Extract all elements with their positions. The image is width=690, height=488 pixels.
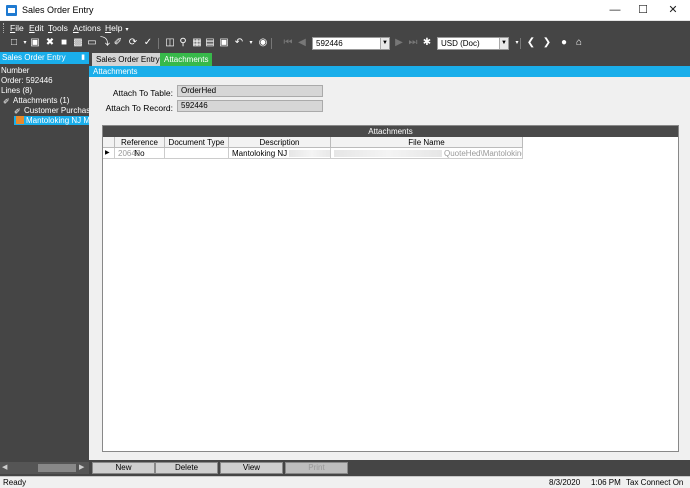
forward-icon[interactable]: ❯ (541, 37, 553, 49)
close-button[interactable]: ✕ (658, 3, 688, 18)
delete-icon[interactable]: ✖ (44, 37, 56, 49)
tab-sales-order-entry[interactable]: Sales Order Entry (92, 53, 164, 66)
previous-record-icon[interactable]: ◀ (296, 37, 308, 49)
menu-tools[interactable]: Tools (48, 23, 68, 33)
phone-icon[interactable]: ⤵ (99, 37, 111, 49)
tree-scrollbar[interactable]: ◀ ▶ (0, 462, 89, 474)
attach-icon[interactable]: ▭ (86, 37, 98, 49)
undo-dropdown-icon[interactable]: ▾ (245, 37, 257, 49)
tree-node-customer-purchase[interactable]: ✐ Customer Purchas (14, 106, 90, 116)
undo-icon[interactable]: ↶ (233, 37, 245, 49)
table-row[interactable]: ▶ 20640 Mantoloking NJ QuoteHed\Mantolok… (103, 148, 523, 159)
stop-icon[interactable]: ● (558, 37, 570, 49)
attachments-panel: Attach To Table: OrderHed Attach To Reco… (89, 77, 690, 460)
print-preview-icon[interactable]: ■ (58, 37, 70, 49)
panel-header: Attachments (89, 66, 690, 77)
document-icon (16, 116, 24, 124)
column-document-type[interactable]: Document Type (165, 137, 229, 148)
app-icon (6, 5, 17, 16)
new-button[interactable]: New (92, 462, 155, 474)
title-bar: Sales Order Entry — ☐ ✕ (0, 0, 690, 21)
paperclip-icon: ✐ (3, 97, 10, 106)
print-button[interactable]: Print (285, 462, 348, 474)
attach-to-record-label: Attach To Record: (105, 103, 173, 113)
clear-icon[interactable]: ✓ (142, 37, 154, 49)
maximize-button[interactable]: ☐ (628, 3, 658, 18)
scroll-right-icon[interactable]: ▶ (79, 463, 84, 471)
minimize-button[interactable]: — (600, 3, 630, 18)
new-record-icon[interactable]: ✱ (421, 37, 433, 49)
menu-actions[interactable]: Actions (73, 23, 101, 33)
status-tax-connect: Tax Connect On (626, 478, 684, 487)
menu-grip (3, 23, 5, 33)
pin-icon[interactable]: ▮ (81, 52, 85, 64)
column-reference-no[interactable]: Reference No (115, 137, 165, 158)
menu-bar: File Edit Tools Actions Help ▾ (0, 21, 690, 35)
binoculars-icon[interactable]: ◉ (257, 37, 269, 49)
redacted-text (289, 150, 330, 157)
column-description[interactable]: Description (229, 137, 331, 148)
tab-row: Sales Order Entry Attachments (89, 52, 690, 66)
lock-icon[interactable]: ▣ (218, 37, 230, 49)
row-selector-header (103, 137, 115, 148)
cell-file-name[interactable]: QuoteHed\Mantoloking (331, 148, 523, 159)
tree-node-order[interactable]: Order: 592446 (1, 76, 53, 85)
menu-help[interactable]: Help ▾ (105, 23, 129, 33)
refresh-icon[interactable]: ⟳ (127, 37, 139, 49)
last-record-icon[interactable]: ⏭ (407, 37, 419, 49)
window-title: Sales Order Entry (22, 5, 94, 15)
cell-reference-no[interactable]: 20640 (115, 148, 165, 159)
toolbar-dropdown-icon[interactable]: ▾ (511, 37, 523, 49)
menu-file[interactable]: File (10, 23, 24, 33)
menu-edit[interactable]: Edit (29, 23, 44, 33)
chevron-down-icon[interactable]: ▼ (499, 38, 508, 49)
toolbar-separator (520, 38, 521, 49)
toolbar-separator (158, 38, 159, 49)
chart-icon[interactable]: ▩ (72, 37, 84, 49)
row-pointer-icon: ▶ (103, 148, 115, 159)
tree-panel: Sales Order Entry ▮ Number Order: 592446… (0, 52, 93, 476)
home-icon[interactable]: ⌂ (573, 37, 585, 49)
clipboard-icon[interactable]: ▤ (204, 37, 216, 49)
status-bar: Ready 8/3/2020 1:06 PM Tax Connect On (0, 476, 690, 488)
toolbar-separator (271, 38, 272, 49)
grid-title: Attachments (103, 126, 678, 137)
tree-node-attachments[interactable]: ✐ Attachments (1) (3, 96, 69, 106)
save-icon[interactable]: ▣ (29, 37, 41, 49)
currency-combo[interactable]: USD (Doc) ▼ (437, 37, 509, 50)
grid-header-row: Reference No Document Type Description F… (103, 137, 523, 158)
cell-description[interactable]: Mantoloking NJ (229, 148, 331, 159)
attach-to-table-label: Attach To Table: (112, 88, 173, 98)
tree-node-number[interactable]: Number (1, 66, 29, 75)
attach-to-record-field[interactable]: 592446 (177, 100, 323, 112)
view-button[interactable]: View (220, 462, 283, 474)
paste-icon[interactable]: ▦ (191, 37, 203, 49)
tree-header: Sales Order Entry ▮ (0, 52, 89, 64)
tree-node-lines[interactable]: Lines (8) (1, 86, 32, 95)
back-icon[interactable]: ❮ (525, 37, 537, 49)
search-icon[interactable]: ⚲ (177, 37, 189, 49)
printer-icon[interactable]: ◫ (164, 37, 176, 49)
toolbar: □ ▾ ▣ ✖ ■ ▩ ▭ ⤵ ✐ ⟳ ✓ ◫ ⚲ ▦ ▤ ▣ ↶ ▾ ◉ ⏮ … (0, 35, 690, 52)
paperclip-icon[interactable]: ✐ (112, 37, 124, 49)
scroll-left-icon[interactable]: ◀ (2, 463, 7, 471)
redacted-text (334, 150, 442, 157)
chevron-down-icon[interactable]: ▼ (380, 38, 389, 49)
attach-to-table-field[interactable]: OrderHed (177, 85, 323, 97)
status-text: Ready (3, 478, 27, 487)
delete-button[interactable]: Delete (155, 462, 218, 474)
status-date: 8/3/2020 (549, 478, 581, 487)
tree-node-mantoloking[interactable]: Mantoloking NJ M (14, 116, 93, 125)
attachments-grid: Attachments Reference No Document Type D… (102, 125, 679, 452)
scroll-thumb[interactable] (38, 464, 76, 472)
status-time: 1:06 PM (591, 478, 621, 487)
next-record-icon[interactable]: ▶ (393, 37, 405, 49)
action-bar: New Delete View Print (89, 460, 690, 476)
cell-document-type[interactable] (165, 148, 229, 159)
paperclip-icon: ✐ (14, 107, 21, 116)
record-combo[interactable]: 592446 ▼ (312, 37, 390, 50)
column-file-name[interactable]: File Name (331, 137, 523, 148)
first-record-icon[interactable]: ⏮ (282, 37, 294, 49)
tab-attachments[interactable]: Attachments (160, 53, 213, 66)
